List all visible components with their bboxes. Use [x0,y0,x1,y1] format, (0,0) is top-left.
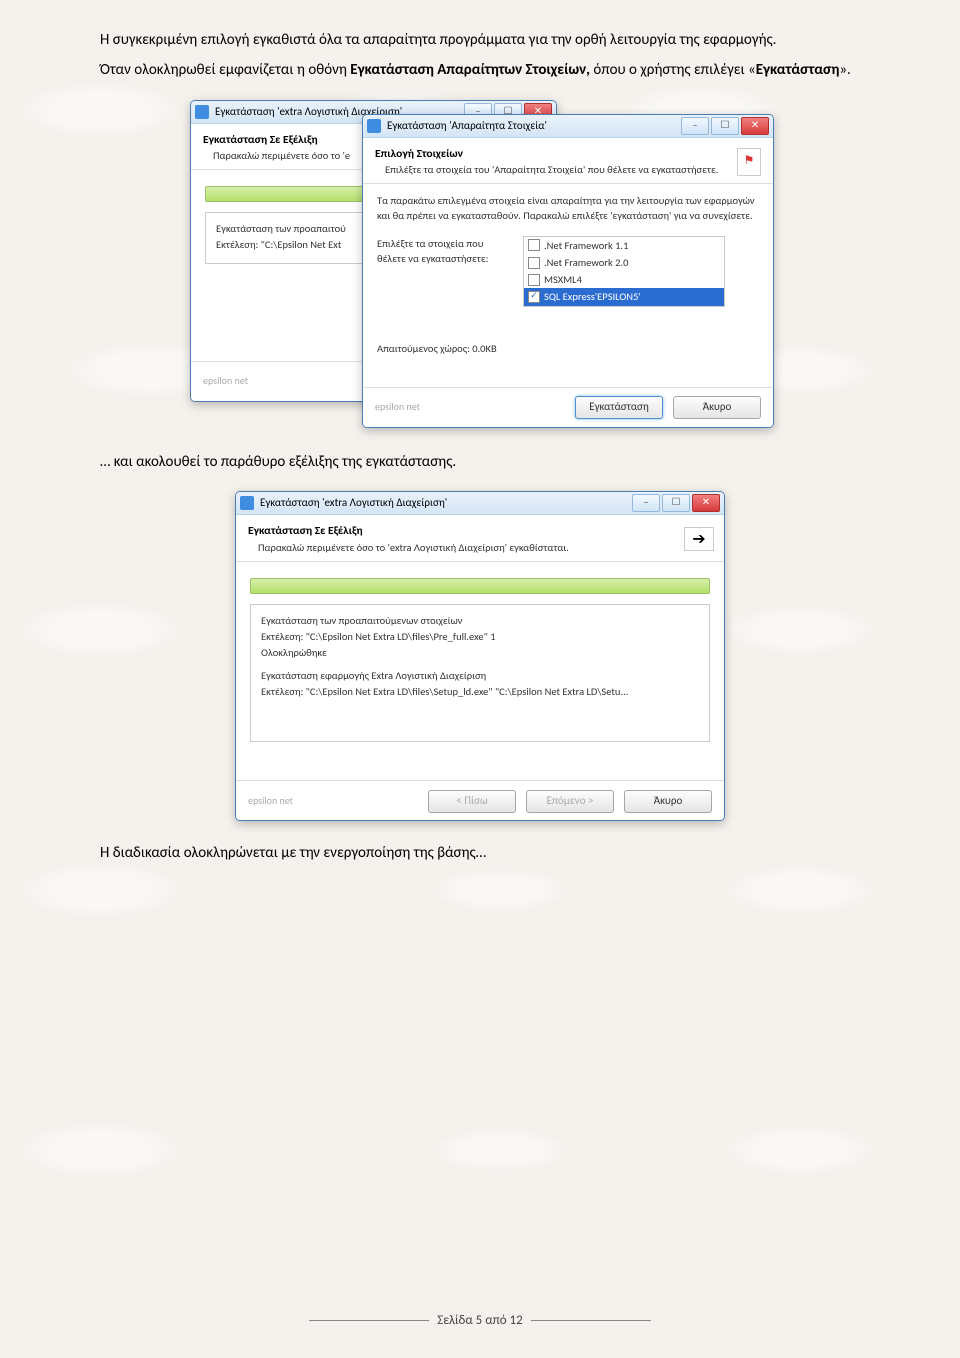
list-item[interactable]: .Net Framework 2.0 [524,254,724,271]
maximize-button[interactable]: ☐ [711,117,739,135]
status-box: Εγκατάσταση των προαπαιτούμενων στοιχείω… [250,604,710,742]
window-title-c: Εγκατάσταση 'extra Λογιστική Διαχείριση' [260,495,632,511]
window-title-b: Εγκατάσταση 'Απαραίτητα Στοιχεία' [387,118,681,134]
minimize-button[interactable]: – [681,117,709,135]
brand-label: epsilon net [375,400,420,415]
list-item[interactable]: .Net Framework 1.1 [524,237,724,254]
components-listbox[interactable]: .Net Framework 1.1 .Net Framework 2.0 MS… [523,236,725,307]
list-item[interactable]: SQL Express'EPSILON5' [524,288,724,305]
minimize-button[interactable]: – [632,494,660,512]
app-icon [195,105,209,119]
app-icon [367,119,381,133]
progress-bar [250,578,710,594]
maximize-button[interactable]: ☐ [662,494,690,512]
list-item[interactable]: MSXML4 [524,271,724,288]
header-title: Εγκατάσταση Σε Εξέλιξη [248,523,712,540]
cancel-button[interactable]: Άκυρο [673,396,761,419]
back-button[interactable]: < Πίσω [428,790,516,813]
arrow-icon: ➔ [684,527,714,551]
select-label: Επιλέξτε τα στοιχεία που θέλετε να εγκατ… [377,236,507,307]
paragraph-2: Όταν ολοκληρωθεί εμφανίζεται η οθόνη Εγκ… [100,60,860,82]
next-button[interactable]: Επόμενο > [526,790,614,813]
close-button[interactable]: ✕ [741,117,769,135]
brand-label: epsilon net [248,794,293,809]
app-icon [240,496,254,510]
required-space-label: Απαιτούμενος χώρος: 0.0KB [377,341,759,356]
header-title: Επιλογή Στοιχείων [375,146,761,163]
paragraph-1: Η συγκεκριμένη επιλογή εγκαθιστά όλα τα … [100,30,860,52]
page-footer: Σελίδα 5 από 12 [0,1313,960,1328]
description-text: Τα παρακάτω επιλεγμένα στοιχεία είναι απ… [377,194,759,223]
close-button[interactable]: ✕ [692,494,720,512]
install-button[interactable]: Εγκατάσταση [575,396,663,419]
cancel-button[interactable]: Άκυρο [624,790,712,813]
flag-icon: ⚑ [737,148,761,176]
brand-label: epsilon net [203,374,248,389]
header-subtitle: Επιλέξτε τα στοιχεία του 'Απαραίτητα Στο… [385,162,761,177]
paragraph-4: Η διαδικασία ολοκληρώνεται με την ενεργο… [100,843,860,865]
header-subtitle: Παρακαλώ περιμένετε όσο το 'extra Λογιστ… [258,540,712,555]
paragraph-3: … και ακολουθεί το παράθυρο εξέλιξης της… [100,452,860,474]
